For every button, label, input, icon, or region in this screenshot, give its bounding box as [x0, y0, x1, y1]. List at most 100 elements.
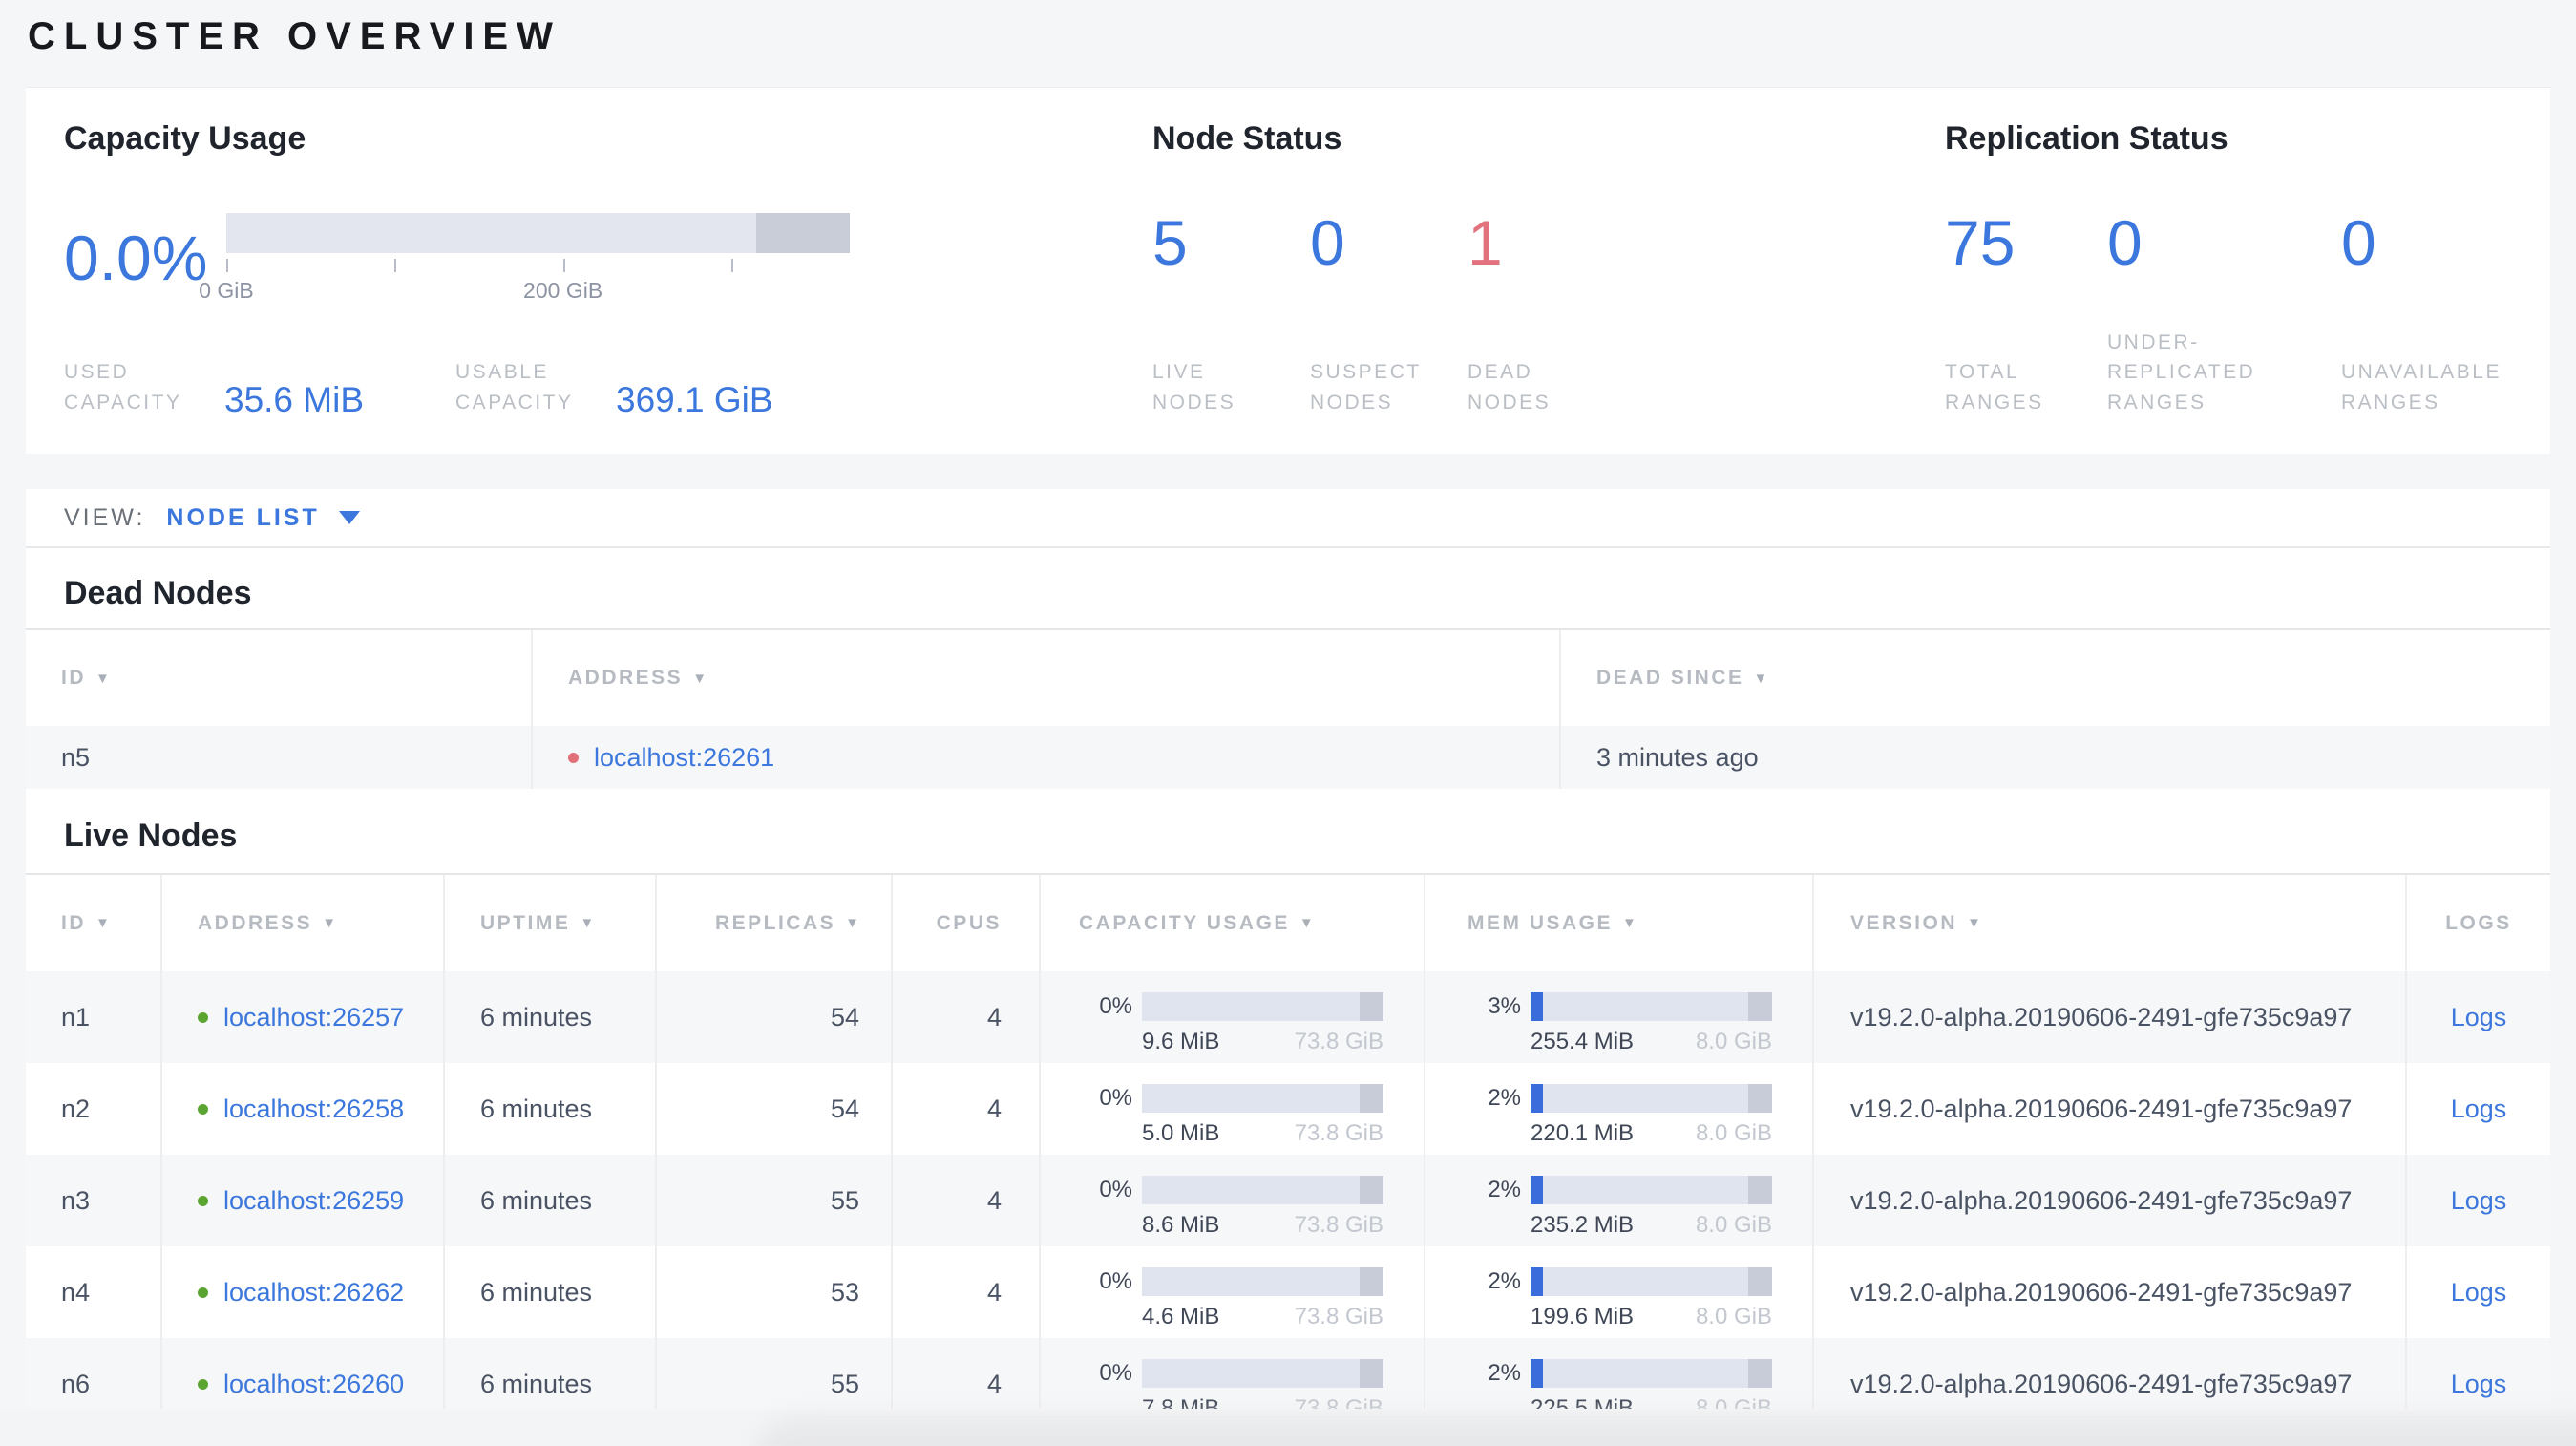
replicas-value: 53 — [830, 1277, 859, 1307]
mem-usage-cell: 2% 235.2 MiB 8.0 GiB — [1425, 1155, 1814, 1246]
mem-usage-cell: 2% 225.5 MiB 8.0 GiB — [1425, 1338, 1814, 1409]
live-col-version[interactable]: VERSION ▼ — [1814, 875, 2407, 971]
mem-bar-fill — [1531, 1084, 1543, 1113]
logs-link[interactable]: Logs — [2451, 1095, 2507, 1124]
live-col-uptime[interactable]: UPTIME ▼ — [445, 875, 657, 971]
live-col-replicas[interactable]: REPLICAS ▼ — [657, 875, 893, 971]
capacity-used: 7.8 MiB — [1142, 1395, 1220, 1409]
sort-desc-icon[interactable]: ▼ — [692, 670, 707, 687]
usable-capacity-label: USABLE CAPACITY — [455, 361, 574, 414]
axis-tick — [394, 259, 397, 272]
sort-desc-icon[interactable]: ▼ — [322, 915, 336, 931]
sort-desc-icon[interactable]: ▼ — [1299, 915, 1314, 931]
mem-used: 235.2 MiB — [1531, 1212, 1635, 1238]
logs-link[interactable]: Logs — [2451, 1186, 2507, 1216]
total-ranges-label: TOTAL RANGES — [1945, 361, 2044, 414]
live-col-cpus[interactable]: CPUS — [893, 875, 1041, 971]
capacity-used: 9.6 MiB — [1142, 1029, 1220, 1054]
mem-used: 220.1 MiB — [1531, 1120, 1635, 1146]
sort-desc-icon[interactable]: ▼ — [1967, 915, 1981, 931]
mem-used: 225.5 MiB — [1531, 1395, 1635, 1409]
view-label: VIEW: — [64, 503, 146, 531]
capacity-bar — [1142, 1267, 1383, 1296]
used-capacity-label: USED CAPACITY — [64, 361, 182, 414]
live-col-mem-label: MEM USAGE — [1467, 911, 1614, 934]
capacity-percent: 0% — [1099, 1085, 1132, 1111]
live-col-address-label: ADDRESS — [198, 911, 313, 934]
capacity-percent: 0% — [1099, 1177, 1132, 1202]
mem-bar-fill — [1531, 1359, 1543, 1388]
cpus-value: 4 — [986, 1094, 1002, 1123]
capacity-usage-cell: 0% 5.0 MiB 73.8 GiB — [1041, 1063, 1425, 1155]
capacity-usage-cell: 0% 4.6 MiB 73.8 GiB — [1041, 1246, 1425, 1338]
dead-nodes-count: 1 — [1467, 207, 1503, 278]
view-dropdown[interactable]: NODE LIST — [166, 504, 319, 532]
mem-percent: 2% — [1488, 1177, 1521, 1202]
mem-usage-cell: 3% 255.4 MiB 8.0 GiB — [1425, 971, 1814, 1063]
mem-bar-fill — [1531, 992, 1543, 1021]
capacity-used: 8.6 MiB — [1142, 1212, 1220, 1238]
mem-bar-reserved-segment — [1747, 1176, 1772, 1204]
mem-bar-reserved-segment — [1747, 992, 1772, 1021]
live-col-address[interactable]: ADDRESS ▼ — [162, 875, 445, 971]
axis-tick-label: 0 GiB — [199, 278, 254, 303]
suspect-nodes-label: SUSPECT NODES — [1310, 361, 1422, 414]
mem-percent: 2% — [1488, 1360, 1521, 1386]
total-ranges-count: 75 — [1945, 207, 2016, 278]
dead-nodes-heading: Dead Nodes — [64, 575, 252, 611]
overview-summary-card: Capacity Usage 0.0% 0 GiB 200 GiB USED C… — [26, 87, 2550, 454]
replicas-value: 55 — [830, 1185, 859, 1215]
sort-desc-icon[interactable]: ▼ — [95, 670, 110, 687]
capacity-bar-track — [226, 213, 850, 253]
live-nodes-stat: 5 LIVE NODES — [1152, 211, 1310, 417]
usable-capacity-value: 369.1 GiB — [616, 380, 773, 419]
node-status-section: Node Status 5 LIVE NODES 0 SUSPECT NODES… — [1152, 120, 1945, 417]
under-replicated-label: UNDER-REPLICATED RANGES — [2107, 330, 2256, 414]
chevron-down-icon[interactable] — [338, 511, 360, 524]
dead-col-address[interactable]: ADDRESS ▼ — [533, 630, 1561, 726]
cpus-value: 4 — [986, 1369, 1002, 1398]
capacity-bar-reserved-segment — [1359, 1084, 1383, 1113]
live-col-mem[interactable]: MEM USAGE ▼ — [1425, 875, 1814, 971]
used-capacity-stat: USED CAPACITY 35.6 MiB — [64, 357, 364, 419]
replication-status-heading: Replication Status — [1945, 120, 2228, 157]
dead-col-id[interactable]: ID ▼ — [26, 630, 533, 726]
mem-usage-cell: 2% 220.1 MiB 8.0 GiB — [1425, 1063, 1814, 1155]
sort-desc-icon[interactable]: ▼ — [1754, 670, 1768, 687]
replicas-value: 54 — [830, 1002, 859, 1031]
version-value: v19.2.0-alpha.20190606-2491-gfe735c9a97 — [1850, 1002, 2353, 1031]
mem-bar — [1531, 1267, 1772, 1296]
axis-tick — [226, 259, 228, 272]
node-address-link[interactable]: localhost:26261 — [594, 743, 774, 773]
logs-link[interactable]: Logs — [2451, 1003, 2507, 1032]
sort-desc-icon[interactable]: ▼ — [95, 915, 110, 931]
live-col-capacity[interactable]: CAPACITY USAGE ▼ — [1041, 875, 1425, 971]
node-address-link[interactable]: localhost:26257 — [223, 1003, 404, 1032]
capacity-bar: 0 GiB 200 GiB — [199, 213, 850, 303]
node-id: n4 — [61, 1277, 91, 1307]
node-address-link[interactable]: localhost:26258 — [223, 1095, 404, 1124]
node-address-link[interactable]: localhost:26262 — [223, 1278, 404, 1308]
live-status-icon — [198, 1103, 208, 1115]
node-address-link[interactable]: localhost:26259 — [223, 1186, 404, 1216]
capacity-percent: 0% — [1099, 1268, 1132, 1294]
logs-link[interactable]: Logs — [2451, 1370, 2507, 1399]
replicas-value: 55 — [830, 1369, 859, 1398]
usable-capacity-stat: USABLE CAPACITY 369.1 GiB — [455, 357, 773, 419]
capacity-usage-section: Capacity Usage 0.0% 0 GiB 200 GiB USED C… — [64, 120, 1152, 419]
dead-col-dead-since[interactable]: DEAD SINCE ▼ — [1561, 630, 2550, 726]
logs-link[interactable]: Logs — [2451, 1278, 2507, 1308]
sort-desc-icon[interactable]: ▼ — [580, 915, 594, 931]
sort-desc-icon[interactable]: ▼ — [1622, 915, 1636, 931]
axis-tick — [730, 259, 733, 272]
live-col-id[interactable]: ID ▼ — [26, 875, 162, 971]
capacity-bar-reserved-segment — [1359, 1267, 1383, 1296]
node-id: n6 — [61, 1369, 91, 1398]
capacity-usage-cell: 0% 7.8 MiB 73.8 GiB — [1041, 1338, 1425, 1409]
node-address-link[interactable]: localhost:26260 — [223, 1370, 404, 1399]
mem-total: 8.0 GiB — [1695, 1120, 1772, 1146]
dead-nodes-table: ID ▼ ADDRESS ▼ DEAD SINCE ▼ n5 localhost… — [26, 628, 2550, 789]
suspect-nodes-count: 0 — [1310, 207, 1345, 278]
sort-desc-icon[interactable]: ▼ — [845, 915, 859, 931]
mem-total: 8.0 GiB — [1695, 1212, 1772, 1238]
